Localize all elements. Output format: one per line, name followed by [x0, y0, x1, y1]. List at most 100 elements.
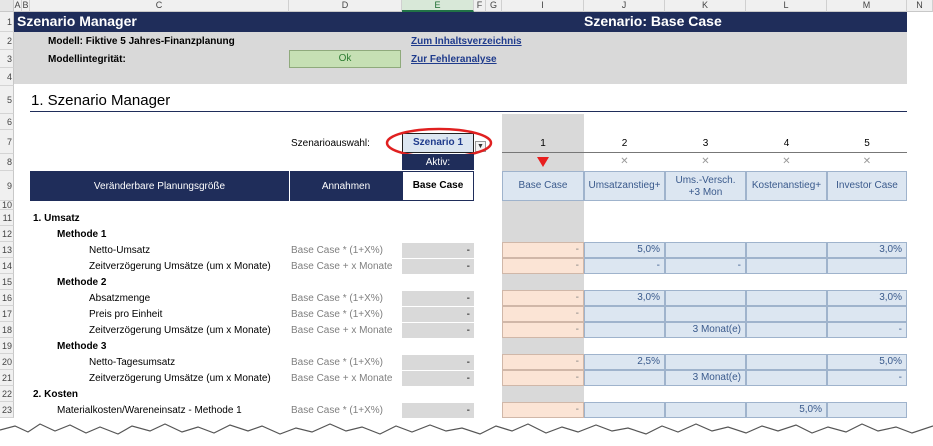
select-all-corner[interactable] — [0, 0, 14, 12]
scenario-input-cell[interactable]: - — [502, 370, 584, 386]
scenario-input-cell[interactable]: 3 Monat(e) — [665, 370, 746, 386]
title-right: Szenario: Base Case — [584, 13, 722, 29]
section-underline — [30, 111, 907, 112]
scenario-number-3: 3 — [702, 138, 709, 149]
scenario-input-cell[interactable] — [746, 322, 827, 338]
scenario-input-cell[interactable]: 3,0% — [584, 290, 665, 306]
base-case-value: - — [402, 371, 474, 386]
scenario-input-cell[interactable]: - — [502, 354, 584, 370]
scenario-input-cell[interactable]: 3 Monat(e) — [665, 322, 746, 338]
header-base-case: Base Case — [402, 171, 474, 201]
scenario-input-cell[interactable] — [746, 306, 827, 322]
column-header-d[interactable]: D — [289, 0, 402, 12]
column-header-g[interactable]: G — [486, 0, 502, 12]
scenario-input-cell[interactable]: - — [502, 290, 584, 306]
torn-edge — [0, 423, 933, 446]
variable-label: Preis pro Einheit — [89, 309, 163, 320]
row-header[interactable]: 13 — [0, 242, 14, 258]
row-header[interactable]: 16 — [0, 290, 14, 306]
row-header[interactable]: 22 — [0, 386, 14, 402]
row-header[interactable]: 15 — [0, 274, 14, 290]
scenario-input-cell[interactable]: - — [502, 258, 584, 274]
row-header[interactable]: 4 — [0, 68, 14, 86]
scenario-input-cell[interactable]: - — [665, 258, 746, 274]
row-header[interactable]: 10 — [0, 201, 14, 210]
scenario-input-cell[interactable] — [746, 290, 827, 306]
variable-label: Netto-Tagesumsatz — [89, 357, 176, 368]
scenario-input-cell[interactable] — [746, 242, 827, 258]
row-header[interactable]: 6 — [0, 114, 14, 130]
column-header-i[interactable]: I — [502, 0, 584, 12]
column-header-n[interactable]: N — [907, 0, 933, 12]
column-header-k[interactable]: K — [665, 0, 746, 12]
row-header[interactable]: 11 — [0, 210, 14, 226]
row7-bottom-line — [584, 152, 907, 153]
scenario-input-cell[interactable] — [827, 258, 907, 274]
scenario-number-4: 4 — [783, 138, 790, 149]
row-header[interactable]: 2 — [0, 32, 14, 50]
column-header-e[interactable]: E — [402, 0, 474, 12]
row-header[interactable]: 18 — [0, 322, 14, 338]
column-header-c[interactable]: C — [30, 0, 289, 12]
scenario-input-cell[interactable]: 5,0% — [584, 242, 665, 258]
row-header[interactable]: 21 — [0, 370, 14, 386]
link-table-of-contents[interactable]: Zum Inhaltsverzeichnis — [411, 36, 522, 47]
column-header-b[interactable]: B — [22, 0, 30, 12]
base-case-value: - — [402, 307, 474, 322]
active-label: Aktiv: — [402, 154, 474, 170]
scenario-input-cell[interactable]: - — [502, 322, 584, 338]
header-scenario-3: Ums.-Versch. +3 Mon — [665, 171, 746, 201]
section-title: 1. Szenario Manager — [31, 92, 171, 109]
scenario-input-cell[interactable] — [665, 354, 746, 370]
scenario-input-cell[interactable]: 3,0% — [827, 242, 907, 258]
row-header[interactable]: 3 — [0, 50, 14, 68]
row-header[interactable]: 8 — [0, 154, 14, 171]
row-header[interactable]: 20 — [0, 354, 14, 370]
scenario-input-cell[interactable] — [665, 290, 746, 306]
spreadsheet: A B C D E F G I J K L M N 1 2 3 4 5 6 7 8 9 10 11 1… — [0, 0, 933, 446]
scenario-input-cell[interactable]: - — [584, 258, 665, 274]
assumption-text: Base Case * (1+X%) — [291, 293, 383, 304]
scenario-input-cell[interactable]: - — [827, 322, 907, 338]
integrity-status: Ok — [289, 50, 401, 68]
scenario-input-cell[interactable]: 5,0% — [827, 354, 907, 370]
scenario-input-cell[interactable]: 3,0% — [827, 290, 907, 306]
column-header-a[interactable]: A — [14, 0, 22, 12]
scenario-input-cell[interactable]: - — [827, 370, 907, 386]
scenario-input-cell[interactable] — [746, 258, 827, 274]
base-case-value: - — [402, 259, 474, 274]
group-label: Methode 2 — [57, 277, 107, 288]
column-header-f[interactable]: F — [474, 0, 486, 12]
row-header[interactable]: 19 — [0, 338, 14, 354]
group-label: Methode 1 — [57, 229, 107, 240]
scenario-input-cell[interactable] — [665, 242, 746, 258]
link-error-analysis[interactable]: Zur Fehleranalyse — [411, 54, 497, 65]
row-header[interactable]: 7 — [0, 130, 14, 154]
column-header-j[interactable]: J — [584, 0, 665, 12]
column-header-l[interactable]: L — [746, 0, 827, 12]
row-header[interactable]: 5 — [0, 86, 14, 114]
row-header[interactable]: 12 — [0, 226, 14, 242]
scenario-input-cell[interactable] — [584, 322, 665, 338]
row7-bottom-line-active — [502, 152, 584, 153]
row-header[interactable]: 14 — [0, 258, 14, 274]
scenario-input-cell[interactable] — [584, 370, 665, 386]
base-case-value: - — [402, 323, 474, 338]
row-header[interactable]: 9 — [0, 171, 14, 201]
scenario-input-cell[interactable]: - — [502, 306, 584, 322]
row-header[interactable]: 17 — [0, 306, 14, 322]
scenario-input-cell[interactable]: - — [502, 242, 584, 258]
scenario-input-cell[interactable]: 2,5% — [584, 354, 665, 370]
scenario-input-cell[interactable] — [665, 306, 746, 322]
column-header-m[interactable]: M — [827, 0, 907, 12]
scenario-input-cell[interactable] — [746, 354, 827, 370]
integrity-label: Modellintegrität: — [48, 54, 126, 65]
group-label: 1. Umsatz — [33, 213, 80, 224]
title-bar — [14, 12, 907, 32]
row-header[interactable]: 1 — [0, 12, 14, 32]
assumption-text: Base Case + x Monate — [291, 325, 393, 336]
scenario-input-cell[interactable] — [746, 370, 827, 386]
assumption-text: Base Case * (1+X%) — [291, 309, 383, 320]
scenario-input-cell[interactable] — [584, 306, 665, 322]
scenario-input-cell[interactable] — [827, 306, 907, 322]
